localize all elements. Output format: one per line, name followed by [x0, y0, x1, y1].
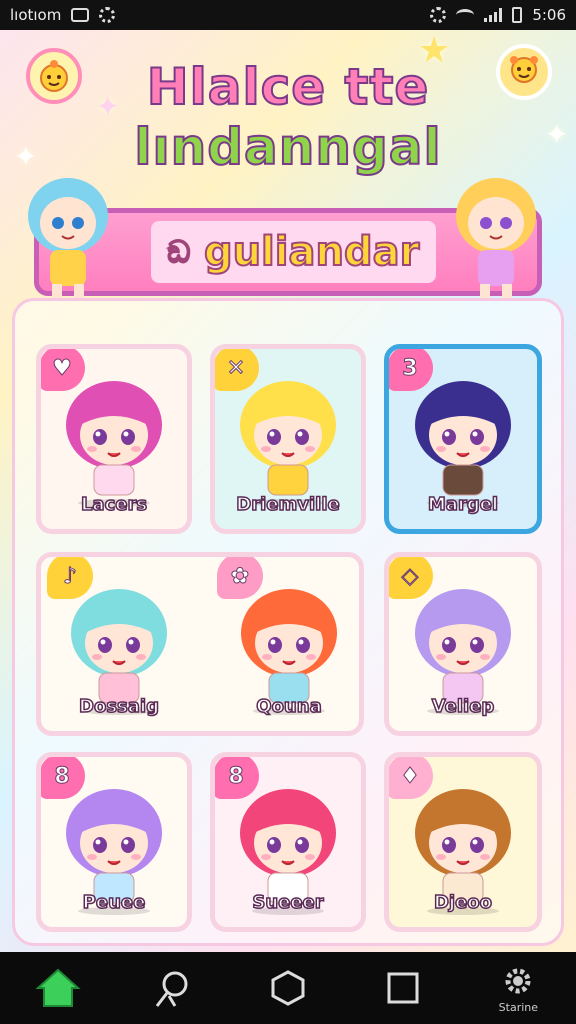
nav-settings-label: Starine [498, 1000, 539, 1014]
mascot-cloud-icon[interactable] [496, 44, 552, 100]
settings-icon [99, 7, 116, 23]
character-card[interactable]: ♥ Lacers [36, 344, 192, 534]
hero-character-right [456, 178, 536, 300]
character-card[interactable]: ◇ Veliep [384, 552, 542, 736]
status-carrier-text: lıotıom [10, 6, 62, 24]
character-tag-icon: ✕ [215, 349, 259, 391]
signal-icon [484, 8, 503, 22]
bottom-nav: Starine [0, 952, 576, 1024]
battery-icon [512, 7, 523, 23]
character-card[interactable]: ♦ Djeoo [384, 752, 542, 932]
home-icon [34, 968, 81, 1007]
nav-square[interactable] [363, 958, 443, 1018]
hero-character-left [28, 178, 108, 300]
nav-search[interactable] [133, 958, 213, 1018]
alarm-icon [430, 7, 447, 23]
character-card[interactable]: ✕ Driemville [210, 344, 366, 534]
character-avatar [415, 381, 511, 507]
character-card[interactable]: 8 Sueeer [210, 752, 366, 932]
character-avatar [66, 381, 162, 507]
nav-settings[interactable]: Starine [478, 958, 558, 1018]
character-card[interactable]: 3 Margel [384, 344, 542, 534]
character-card[interactable]: ♪ Dossaig ✿ Qouna [36, 552, 364, 736]
character-tag-icon: ♪ [47, 557, 93, 599]
mascot-badge-icon[interactable] [26, 48, 82, 104]
game-title-line2: lındanngal [133, 117, 442, 177]
character-avatar [240, 381, 336, 507]
image-icon [71, 8, 90, 22]
character-name: Peuee [82, 891, 146, 914]
character-card[interactable]: 8 Peuee [36, 752, 192, 932]
gear-icon [505, 968, 531, 993]
rabbit-icon: ඞ [167, 234, 191, 271]
character-name: Sueeer [252, 891, 325, 914]
character-name: Margel [427, 493, 499, 516]
nav-home[interactable] [18, 958, 98, 1018]
character-name: Qouna [256, 695, 323, 718]
nav-hexagon[interactable] [248, 958, 328, 1018]
character-name: Lacers [80, 493, 148, 516]
character-tag-icon: ♦ [389, 757, 433, 799]
character-name: Dossaig [78, 695, 159, 718]
character-tag-icon: ✿ [217, 557, 263, 599]
square-icon [387, 972, 419, 1004]
character-tag-icon: ♥ [41, 349, 85, 391]
character-tag-icon: ◇ [389, 557, 433, 599]
character-name: Driemville [236, 493, 341, 516]
game-title-line1: Hlalce tte [146, 57, 430, 117]
status-time: 5:06 [532, 6, 566, 24]
character-name: Djeoo [433, 891, 493, 914]
character-tag-icon: 8 [215, 757, 259, 799]
sparkle-icon: ✦ [96, 90, 120, 123]
character-tag-icon: 3 [389, 349, 433, 391]
character-name: Veliep [431, 695, 495, 718]
wifi-icon [456, 9, 475, 21]
banner-title: guliandar [203, 228, 420, 276]
sparkle-icon: ✦ [545, 118, 569, 151]
search-icon [155, 971, 188, 1007]
hexagon-icon [271, 970, 305, 1006]
status-bar: lıotıom 5:06 [0, 0, 576, 30]
character-tag-icon: 8 [41, 757, 85, 799]
